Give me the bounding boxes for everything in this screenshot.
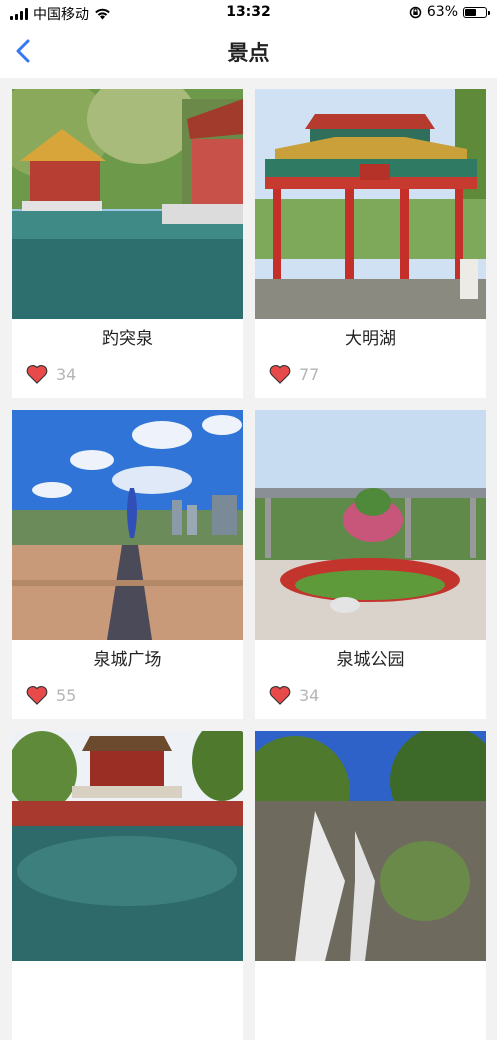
spot-card[interactable]: 大明湖 77 (255, 89, 486, 398)
like-count: 34 (299, 685, 320, 705)
spot-name: 大明湖 (345, 329, 396, 349)
spot-name: 趵突泉 (102, 329, 153, 349)
like-row: 34 (12, 359, 243, 389)
like-row: 55 (12, 680, 243, 710)
spot-grid: 趵突泉 34 大明湖 77 泉城广场 55 泉城公园 34 (12, 89, 486, 1040)
spot-card[interactable] (12, 731, 243, 1040)
like-count: 34 (56, 364, 77, 384)
like-row (255, 1001, 486, 1031)
spot-photo (255, 731, 486, 961)
like-row (12, 1001, 243, 1031)
spot-name (12, 961, 243, 1001)
heart-icon[interactable] (26, 364, 48, 384)
like-count: 77 (299, 364, 320, 384)
nav-bar: 景点 (0, 26, 497, 78)
spot-photo (255, 89, 486, 319)
like-count: 55 (56, 685, 77, 705)
like-row: 77 (255, 359, 486, 389)
heart-icon[interactable] (269, 364, 291, 384)
spot-card[interactable]: 泉城公园 34 (255, 410, 486, 719)
spot-photo (12, 731, 243, 961)
spot-photo (12, 89, 243, 319)
heart-icon[interactable] (269, 685, 291, 705)
status-bar: 中国移动 13:32 63% (0, 0, 497, 26)
spot-name: 泉城广场 (93, 650, 162, 670)
page-title: 景点 (227, 41, 270, 65)
spot-name: 泉城公园 (336, 650, 405, 670)
like-row: 34 (255, 680, 486, 710)
spot-photo (12, 410, 243, 640)
spot-card[interactable] (255, 731, 486, 1040)
spot-card[interactable]: 泉城广场 55 (12, 410, 243, 719)
spot-photo (255, 410, 486, 640)
spot-name (255, 961, 486, 1001)
battery-icon (463, 6, 490, 18)
battery-percent: 63% (426, 4, 458, 20)
heart-icon[interactable] (26, 685, 48, 705)
orientation-lock-icon (409, 6, 422, 18)
status-right: 63% (409, 4, 490, 20)
battery-level (465, 8, 476, 16)
spot-card[interactable]: 趵突泉 34 (12, 89, 243, 398)
